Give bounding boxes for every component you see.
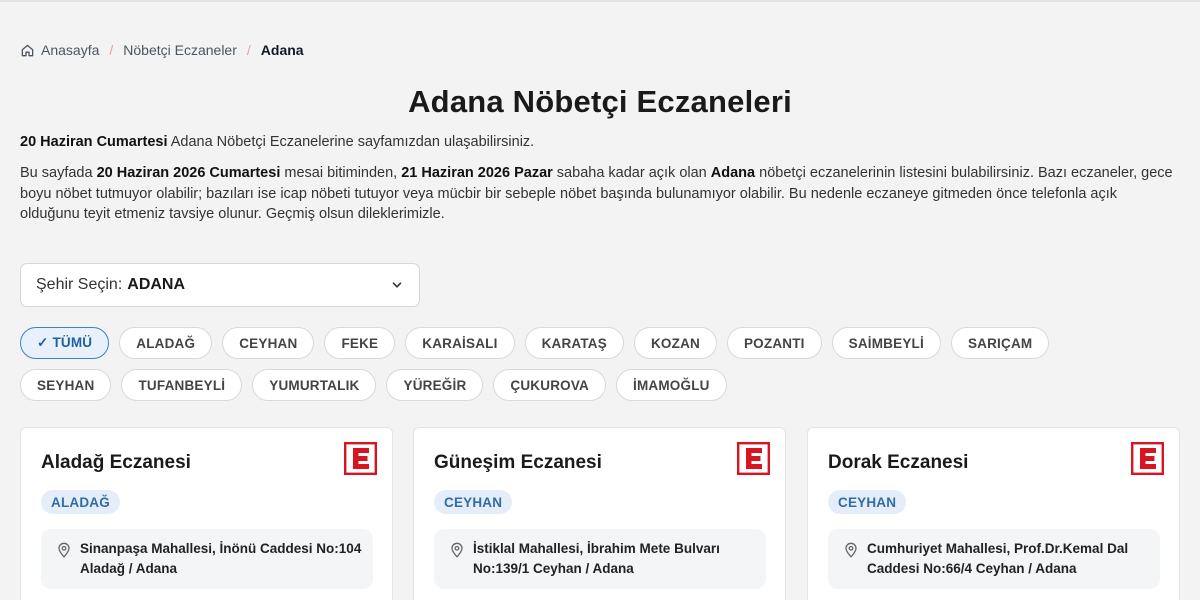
eczane-logo-icon <box>1131 442 1164 475</box>
map-pin-icon <box>58 542 70 558</box>
pharmacy-name: Dorak Eczanesi <box>828 452 969 473</box>
chevron-down-icon <box>392 282 402 288</box>
top-border <box>0 0 1200 2</box>
district-chip-all[interactable]: ✓ TÜMÜ <box>20 327 110 359</box>
district-chip[interactable]: KOZAN <box>633 327 717 359</box>
breadcrumb-home-link[interactable]: Anasayfa <box>20 42 99 58</box>
city-select-dropdown[interactable]: Şehir Seçin: ADANA <box>20 263 420 307</box>
pharmacy-address: Cumhuriyet Mahallesi, Prof.Dr.Kemal Dal … <box>867 541 1129 576</box>
breadcrumb-section-link[interactable]: Nöbetçi Eczaneler <box>123 42 237 58</box>
pharmacy-card[interactable]: Dorak Eczanesi CEYHAN Cumhuriyet Mahalle… <box>807 427 1180 600</box>
intro-date: 20 Haziran Cumartesi <box>20 134 168 150</box>
district-filter-chips: ✓ TÜMÜ ALADAĞ CEYHAN FEKE KARAİSALI KARA… <box>20 327 1120 401</box>
district-chip[interactable]: SEYHAN <box>20 369 112 401</box>
intro-text: Adana Nöbetçi Eczanelerine sayfamızdan u… <box>167 134 535 150</box>
pharmacy-name: Aladağ Eczanesi <box>41 452 191 473</box>
eczane-logo-icon <box>344 442 377 475</box>
district-chip[interactable]: SARIÇAM <box>950 327 1050 359</box>
desc-end-date: 21 Haziran 2026 Pazar <box>401 165 553 181</box>
district-badge: CEYHAN <box>434 490 513 514</box>
pharmacy-address: Sinanpaşa Mahallesi, İnönü Caddesi No:10… <box>80 541 362 576</box>
intro-summary: 20 Haziran Cumartesi Adana Nöbetçi Eczan… <box>20 134 1180 150</box>
district-chip[interactable]: KARAİSALI <box>405 327 515 359</box>
district-chip[interactable]: CEYHAN <box>222 327 315 359</box>
district-chip[interactable]: KARATAŞ <box>524 327 624 359</box>
pharmacy-name: Güneşim Eczanesi <box>434 452 602 473</box>
district-badge: ALADAĞ <box>41 490 120 514</box>
home-icon <box>21 44 34 56</box>
district-badge: CEYHAN <box>828 490 907 514</box>
address-box: Cumhuriyet Mahallesi, Prof.Dr.Kemal Dal … <box>828 529 1160 589</box>
map-pin-icon <box>845 542 857 558</box>
breadcrumb: Anasayfa / Nöbetçi Eczaneler / Adana <box>20 41 304 59</box>
district-chip[interactable]: ALADAĞ <box>119 327 213 359</box>
breadcrumb-separator: / <box>246 42 251 58</box>
breadcrumb-separator: / <box>109 42 114 58</box>
district-chip[interactable]: POZANTI <box>726 327 822 359</box>
district-chip[interactable]: ÇUKUROVA <box>493 369 607 401</box>
desc-text: Bu sayfada <box>20 165 97 181</box>
breadcrumb-home-label: Anasayfa <box>41 42 100 58</box>
breadcrumb-current: Adana <box>260 42 304 58</box>
district-chip[interactable]: YÜREĞİR <box>386 369 484 401</box>
district-chip[interactable]: TUFANBEYLİ <box>121 369 243 401</box>
intro-description: Bu sayfada 20 Haziran 2026 Cumartesi mes… <box>20 163 1180 225</box>
desc-text: mesai bitiminden, <box>280 165 402 181</box>
desc-text: sabaha kadar açık olan <box>552 165 711 181</box>
district-chip[interactable]: SAİMBEYLİ <box>831 327 941 359</box>
desc-city: Adana <box>710 165 756 181</box>
city-select-value: ADANA <box>127 276 186 293</box>
map-pin-icon <box>451 542 463 558</box>
city-select-label: Şehir Seçin: <box>36 276 123 293</box>
pharmacy-card[interactable]: Aladağ Eczanesi ALADAĞ Sinanpaşa Mahalle… <box>20 427 393 600</box>
page-title: Adana Nöbetçi Eczaneleri <box>408 84 792 119</box>
desc-start-date: 20 Haziran 2026 Cumartesi <box>96 165 281 181</box>
district-chip[interactable]: FEKE <box>324 327 396 359</box>
district-chip[interactable]: İMAMOĞLU <box>616 369 727 401</box>
address-box: Sinanpaşa Mahallesi, İnönü Caddesi No:10… <box>41 529 373 589</box>
pharmacy-address: İstiklal Mahallesi, İbrahim Mete Bulvarı… <box>473 541 720 576</box>
address-box: İstiklal Mahallesi, İbrahim Mete Bulvarı… <box>434 529 766 589</box>
pharmacy-card[interactable]: Güneşim Eczanesi CEYHAN İstiklal Mahalle… <box>413 427 786 600</box>
eczane-logo-icon <box>737 442 770 475</box>
district-chip[interactable]: YUMURTALIK <box>252 369 377 401</box>
